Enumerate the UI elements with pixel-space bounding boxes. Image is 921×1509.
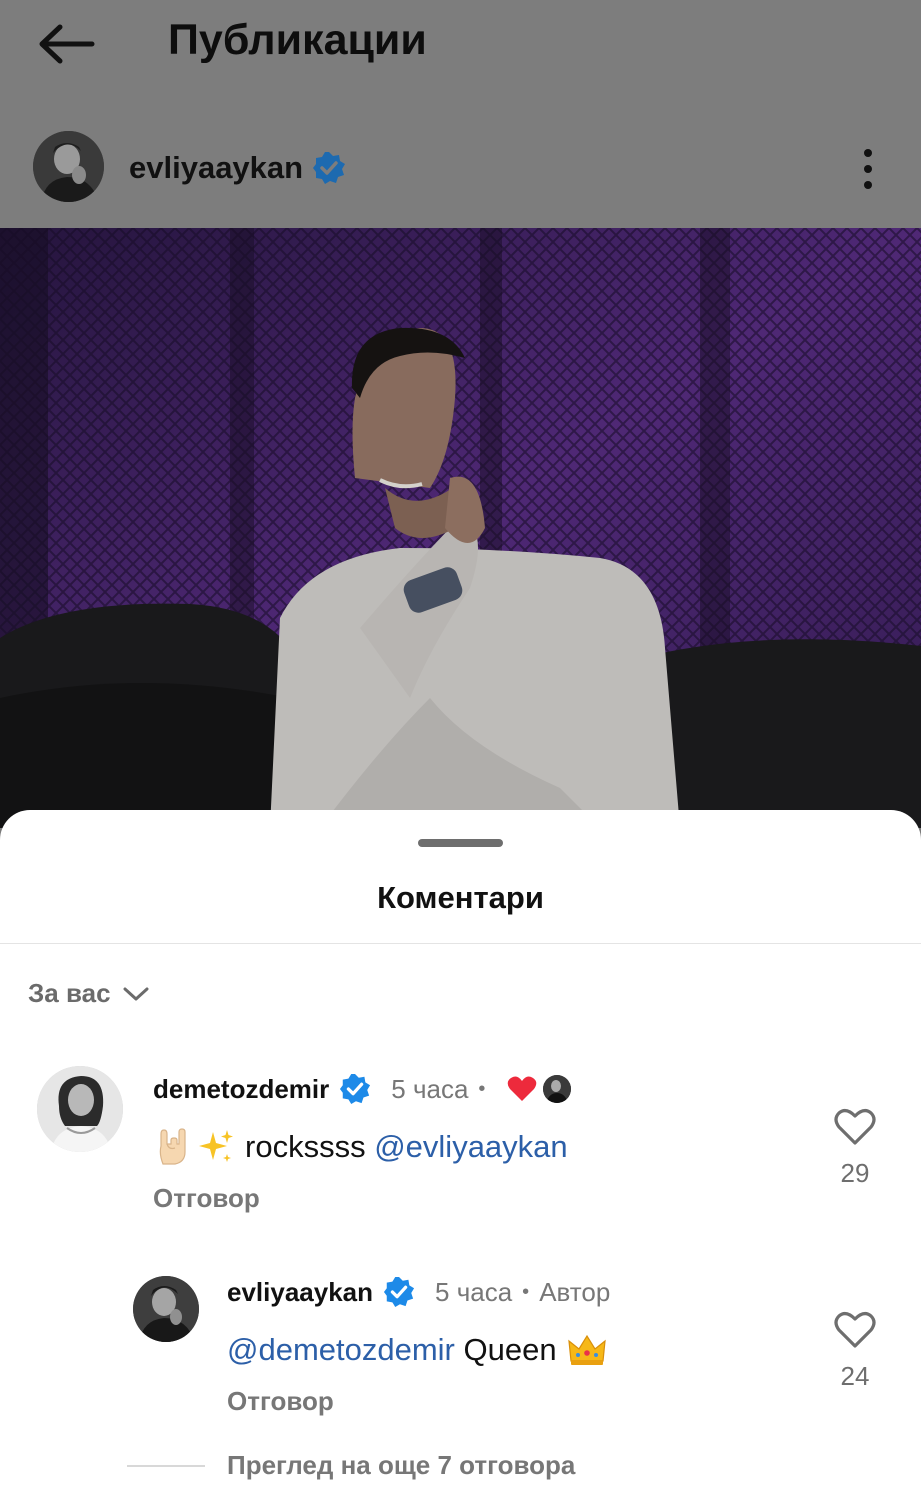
reply-header: evliyaaykan 5 часа • Автор [227,1273,610,1311]
post-image[interactable] [0,228,921,828]
verified-badge-icon [313,152,345,184]
comment-header: demetozdemir 5 часа • [153,1070,572,1108]
sheet-drag-handle[interactable] [418,839,503,847]
crown-emoji-icon [567,1334,606,1365]
reply-timestamp: 5 часа [435,1276,513,1307]
post-author-avatar[interactable] [33,131,104,202]
separator-dot: • [522,1280,530,1303]
view-more-replies-button[interactable]: Преглед на още 7 отговора [227,1450,575,1481]
reply-mention-link[interactable]: @demetozdemir [227,1332,455,1368]
sheet-divider [0,943,921,944]
top-app-bar: Публикации evliyaaykan [0,0,921,228]
arrow-left-icon [39,24,95,64]
liked-by-author-heart-icon [508,1076,537,1101]
author-badge: Автор [539,1276,611,1307]
post-more-options-button[interactable] [852,148,884,190]
separator-dot: • [478,1077,486,1100]
horns-emoji-icon [159,1128,186,1165]
author-mini-avatar [543,1075,572,1103]
comment-timestamp: 5 часа [391,1073,469,1104]
reply-text: @demetozdemir Queen [227,1332,607,1368]
post-author-username[interactable]: evliyaaykan [129,150,303,186]
like-heart-icon[interactable] [834,1310,876,1350]
sheet-title: Коментари [377,880,544,915]
reply-button[interactable]: Отговор [227,1386,334,1417]
reply-author-avatar[interactable] [133,1276,199,1342]
sparkles-emoji-icon [199,1130,233,1162]
back-button[interactable] [36,22,96,66]
comment-text: rockssss @evliyaaykan [155,1128,568,1166]
like-heart-icon[interactable] [834,1107,876,1147]
comment-mention-link[interactable]: @evliyaaykan [374,1129,567,1165]
reply-button[interactable]: Отговор [153,1183,260,1214]
sort-label: За вас [28,978,111,1008]
comment-username[interactable]: demetozdemir [153,1074,329,1105]
verified-badge-icon [340,1073,371,1105]
more-vertical-icon [864,149,872,189]
sort-dropdown[interactable]: За вас [28,978,149,1009]
reply-username[interactable]: evliyaaykan [227,1277,373,1308]
like-count: 24 [840,1361,870,1391]
page-title: Публикации [168,16,427,64]
comments-bottom-sheet: Коментари За вас demetozdemir 5 часа • r… [0,810,921,1509]
like-count: 29 [840,1158,870,1188]
reply-body: Queen [463,1332,557,1367]
comment-body: rockssss [245,1129,366,1164]
commenter-avatar[interactable] [37,1066,123,1152]
replies-connector-line [127,1465,205,1467]
chevron-down-icon [123,987,149,1000]
verified-badge-icon [383,1276,415,1308]
